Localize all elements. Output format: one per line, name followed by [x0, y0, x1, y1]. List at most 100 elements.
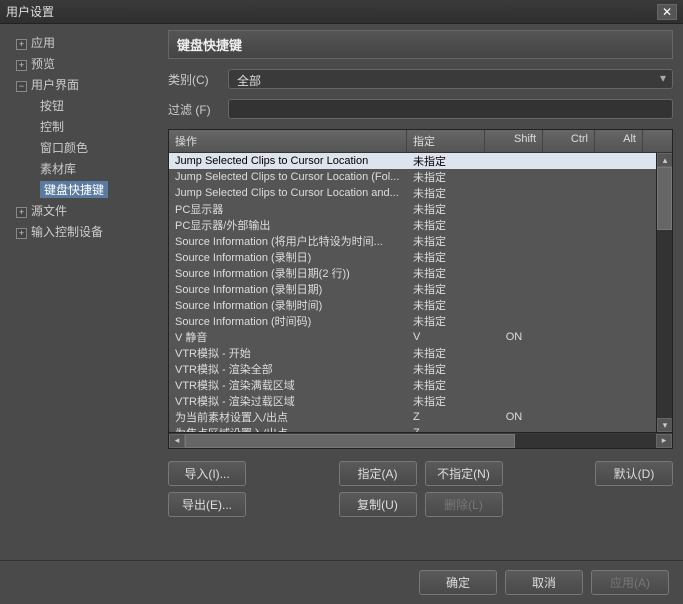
cell	[543, 208, 595, 210]
horizontal-scrollbar[interactable]: ◂ ▸	[169, 432, 672, 448]
import-button[interactable]: 导入(I)...	[168, 461, 246, 486]
cell	[543, 272, 595, 274]
cell: Jump Selected Clips to Cursor Location a…	[169, 186, 407, 200]
cell	[543, 384, 595, 386]
scroll-down-icon[interactable]: ▾	[657, 418, 672, 432]
cell	[543, 240, 595, 242]
cell	[543, 416, 595, 418]
cell	[485, 320, 543, 322]
tree-item-label: 控制	[40, 120, 64, 134]
cell	[595, 400, 643, 402]
tree-item[interactable]: 按钮	[4, 95, 164, 116]
vertical-scrollbar[interactable]: ▴ ▾	[656, 153, 672, 432]
scroll-up-icon[interactable]: ▴	[657, 153, 672, 167]
tree-item-label: 用户界面	[31, 78, 79, 92]
delete-button: 删除(L)	[425, 492, 503, 517]
default-button[interactable]: 默认(D)	[595, 461, 673, 486]
cell	[595, 208, 643, 210]
cancel-button[interactable]: 取消	[505, 570, 583, 595]
cell	[543, 256, 595, 258]
shortcuts-table: 操作 指定 Shift Ctrl Alt Jump Selected Clips…	[168, 129, 673, 449]
cell	[485, 176, 543, 178]
tree-item[interactable]: 窗口颜色	[4, 137, 164, 158]
tree-item[interactable]: 键盘快捷键	[4, 179, 164, 200]
cell	[595, 192, 643, 194]
cell	[485, 352, 543, 354]
table-row[interactable]: Jump Selected Clips to Cursor Location (…	[169, 169, 656, 185]
sidebar: +应用+预览−用户界面按钮控制窗口颜色素材库键盘快捷键+源文件+输入控制设备	[0, 24, 168, 560]
table-row[interactable]: 为当前素材设置入/出点ZON	[169, 409, 656, 425]
cell	[543, 160, 595, 162]
table-row[interactable]: VTR模拟 - 开始未指定	[169, 345, 656, 361]
cell	[485, 272, 543, 274]
tree-item[interactable]: −用户界面	[4, 74, 164, 95]
cell	[543, 224, 595, 226]
col-operation[interactable]: 操作	[169, 130, 407, 152]
tree-item[interactable]: +应用	[4, 32, 164, 53]
expander-icon[interactable]: +	[16, 60, 27, 71]
assign-button[interactable]: 指定(A)	[339, 461, 417, 486]
table-row[interactable]: Source Information (录制日)未指定	[169, 249, 656, 265]
table-row[interactable]: VTR模拟 - 渲染满载区域未指定	[169, 377, 656, 393]
category-dropdown[interactable]: 全部	[228, 69, 673, 89]
table-row[interactable]: VTR模拟 - 渲染全部未指定	[169, 361, 656, 377]
table-body: Jump Selected Clips to Cursor Location 未指…	[169, 153, 656, 432]
panel-title: 键盘快捷键	[168, 30, 673, 59]
hscroll-thumb[interactable]	[185, 434, 515, 448]
vscroll-thumb[interactable]	[657, 167, 672, 230]
table-row[interactable]: Jump Selected Clips to Cursor Location a…	[169, 185, 656, 201]
table-row[interactable]: Source Information (将用户比特设为时间...未指定	[169, 233, 656, 249]
cell: 为焦点区域设置入/出点	[169, 424, 407, 432]
table-row[interactable]: PC显示器未指定	[169, 201, 656, 217]
table-row[interactable]: Source Information (时间码)未指定	[169, 313, 656, 329]
table-row[interactable]: PC显示器/外部输出未指定	[169, 217, 656, 233]
export-button[interactable]: 导出(E)...	[168, 492, 246, 517]
table-row[interactable]: VTR模拟 - 渲染过载区域未指定	[169, 393, 656, 409]
duplicate-button[interactable]: 复制(U)	[339, 492, 417, 517]
cell: Jump Selected Clips to Cursor Location (…	[169, 170, 407, 184]
col-shift[interactable]: Shift	[485, 130, 543, 152]
cell	[543, 176, 595, 178]
cell	[595, 416, 643, 418]
close-icon[interactable]: ✕	[657, 4, 677, 20]
filter-input[interactable]	[228, 99, 673, 119]
expander-icon[interactable]: +	[16, 228, 27, 239]
cell: Jump Selected Clips to Cursor Location	[169, 154, 407, 168]
table-row[interactable]: Source Information (录制时间)未指定	[169, 297, 656, 313]
cell	[485, 208, 543, 210]
tree-item[interactable]: 素材库	[4, 158, 164, 179]
table-header: 操作 指定 Shift Ctrl Alt	[169, 130, 672, 153]
tree-item[interactable]: +输入控制设备	[4, 221, 164, 242]
cell	[595, 304, 643, 306]
expander-icon[interactable]: +	[16, 39, 27, 50]
cell	[595, 320, 643, 322]
col-assign[interactable]: 指定	[407, 130, 485, 152]
cell	[485, 304, 543, 306]
ok-button[interactable]: 确定	[419, 570, 497, 595]
cell	[543, 336, 595, 338]
cell	[595, 336, 643, 338]
cell	[595, 224, 643, 226]
table-row[interactable]: Jump Selected Clips to Cursor Location未指…	[169, 153, 656, 169]
table-row[interactable]: Source Information (录制日期(2 行))未指定	[169, 265, 656, 281]
expander-icon[interactable]: −	[16, 81, 27, 92]
tree-item-label: 源文件	[31, 204, 67, 218]
table-row[interactable]: V 静音VON	[169, 329, 656, 345]
cell: 未指定	[407, 312, 485, 330]
expander-icon[interactable]: +	[16, 207, 27, 218]
unassign-button[interactable]: 不指定(N)	[425, 461, 503, 486]
col-ctrl[interactable]: Ctrl	[543, 130, 595, 152]
tree-item[interactable]: + 源文件	[4, 200, 164, 221]
cell	[485, 192, 543, 194]
cell: ON	[485, 410, 543, 424]
scroll-left-icon[interactable]: ◂	[169, 434, 185, 448]
table-row[interactable]: 为焦点区域设置入/出点Z	[169, 425, 656, 432]
cell	[485, 400, 543, 402]
tree-item[interactable]: +预览	[4, 53, 164, 74]
cell	[595, 368, 643, 370]
tree-item[interactable]: 控制	[4, 116, 164, 137]
table-row[interactable]: Source Information (录制日期)未指定	[169, 281, 656, 297]
col-alt[interactable]: Alt	[595, 130, 643, 152]
window-title: 用户设置	[6, 3, 657, 20]
scroll-right-icon[interactable]: ▸	[656, 434, 672, 448]
